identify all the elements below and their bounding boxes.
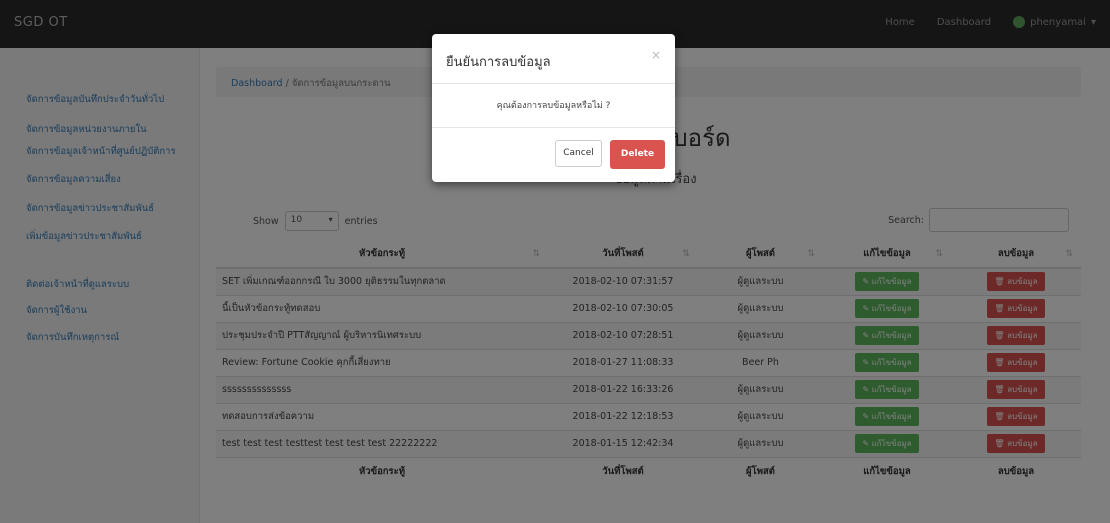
confirm-delete-modal: ยืนยันการลบข้อมูล × คุณต้องการลบข้อมูลหร… [432,34,675,182]
modal-message: คุณต้องการลบข้อมูลหรือไม่ ? [432,84,675,128]
delete-button[interactable]: Delete [610,140,665,169]
modal-header: ยืนยันการลบข้อมูล × [432,34,675,84]
modal-title: ยืนยันการลบข้อมูล [446,55,551,70]
modal-footer: Cancel Delete [555,140,665,169]
close-icon[interactable]: × [651,48,661,62]
cancel-button[interactable]: Cancel [555,140,602,167]
